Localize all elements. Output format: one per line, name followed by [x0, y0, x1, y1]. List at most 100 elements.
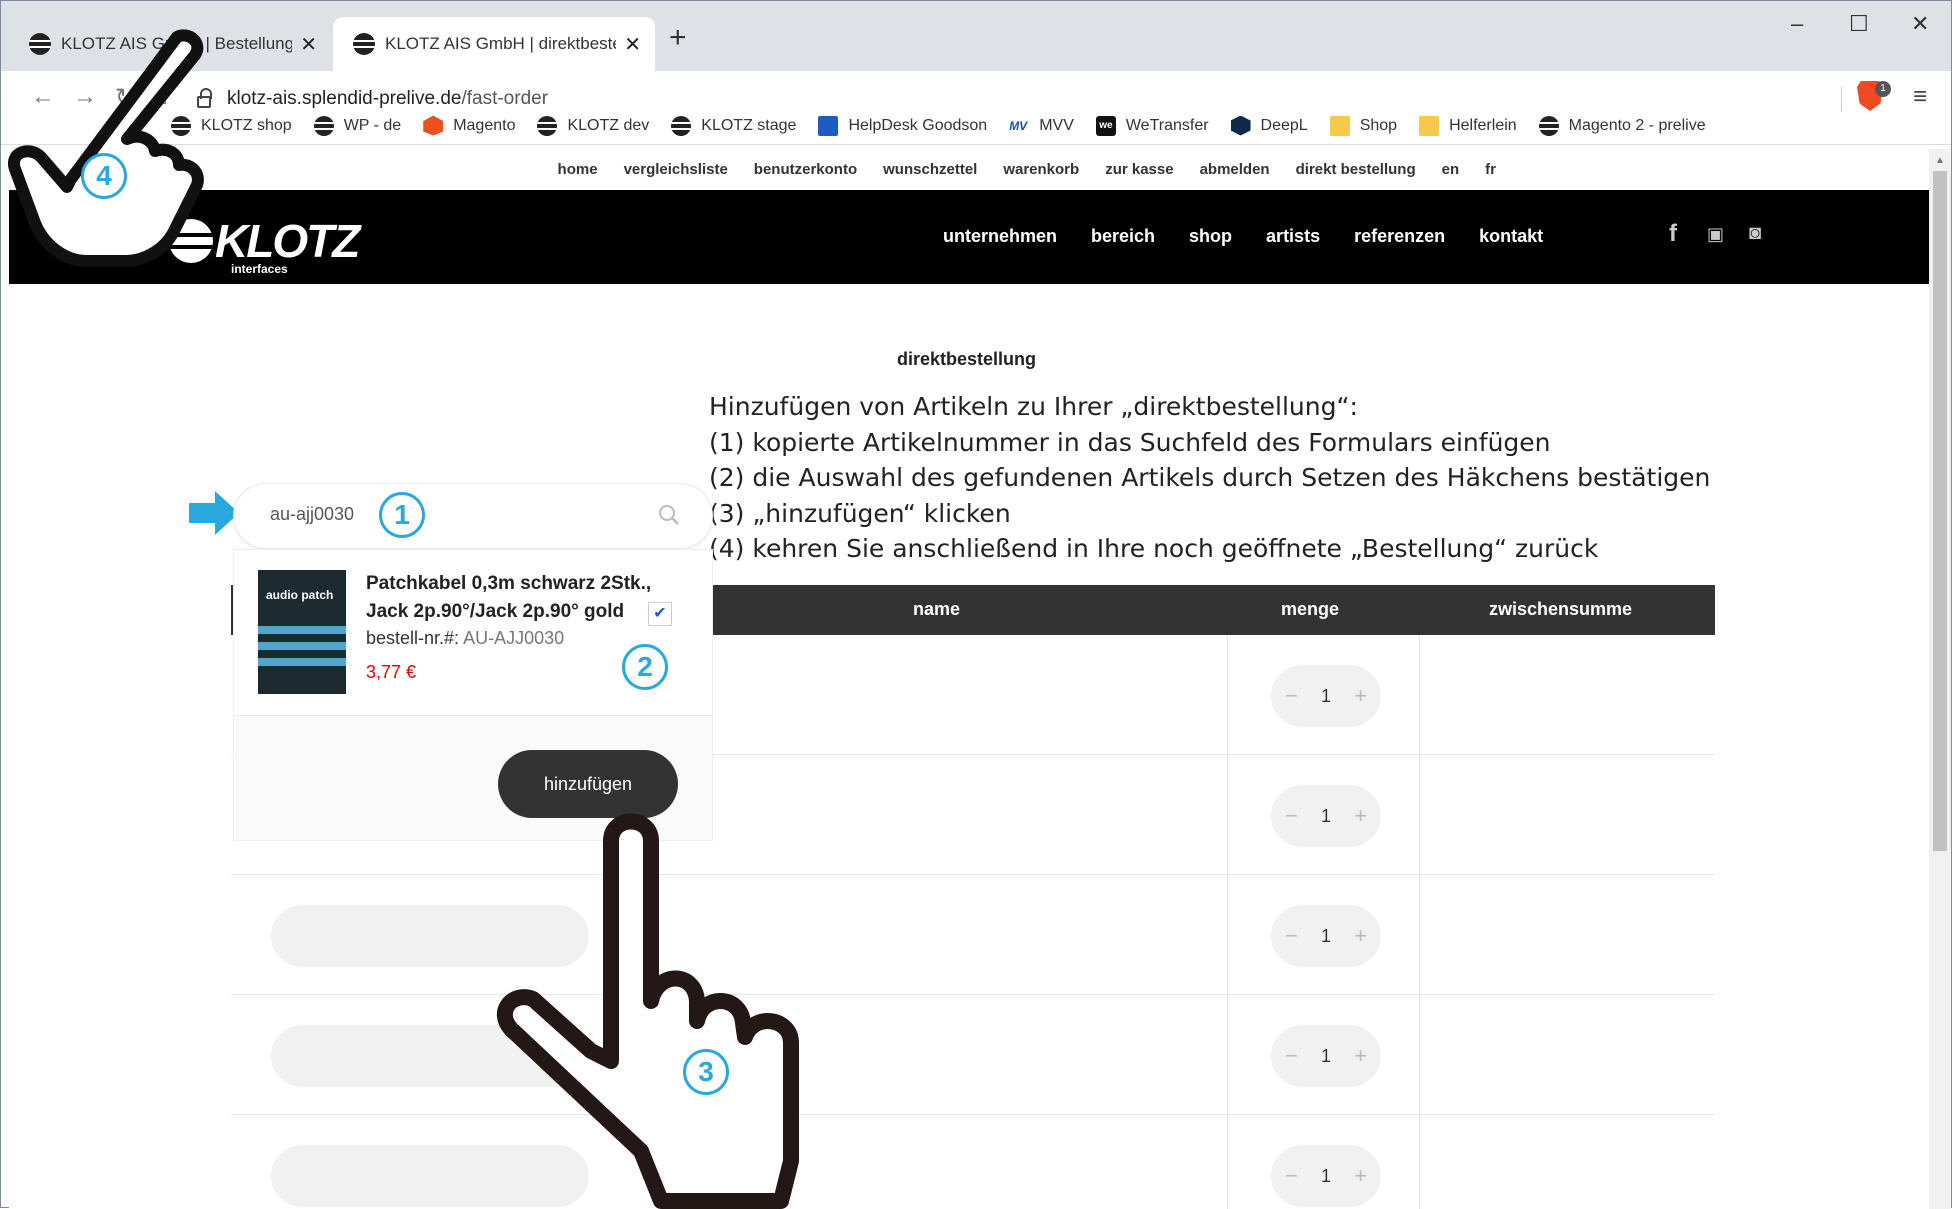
search-value[interactable]: au-ajj0030	[270, 504, 354, 525]
folder-icon	[1419, 115, 1440, 136]
topnav-zur-kasse[interactable]: zur kasse	[1105, 161, 1173, 178]
bookmark-wp-de[interactable]: WP - de	[313, 115, 401, 136]
search-result-item[interactable]: audio patch Patchkabel 0,3m schwarz 2Stk…	[234, 550, 712, 716]
bookmark-helferlein-folder[interactable]: Helferlein	[1419, 115, 1517, 136]
table-row: − 1 +	[231, 1115, 1715, 1209]
bookmark-deepl[interactable]: DeepL	[1230, 115, 1308, 136]
logo-subtitle: interfaces	[231, 262, 288, 276]
sku-value: AU-AJJ0030	[463, 628, 565, 648]
bookmark-helpdesk[interactable]: HelpDesk Goodson	[818, 115, 987, 136]
quantity-value[interactable]: 1	[1321, 806, 1331, 827]
plus-icon[interactable]: +	[1354, 803, 1367, 829]
bookmark-mvv[interactable]: MV MVV	[1009, 116, 1074, 136]
step-marker-4: 4	[81, 153, 127, 199]
sku-label: bestell-nr.#:	[366, 628, 460, 648]
globe-icon	[671, 115, 692, 136]
main-navigation: unternehmen bereich shop artists referen…	[943, 226, 1577, 247]
topnav-lang-en[interactable]: en	[1442, 161, 1460, 178]
instruction-line: (2) die Auswahl des gefundenen Artikels …	[709, 463, 1711, 492]
mvv-icon: MV	[1009, 118, 1028, 133]
nav-referenzen[interactable]: referenzen	[1354, 226, 1445, 247]
table-row: − 1 +	[231, 875, 1715, 995]
maximize-button[interactable]: ☐	[1849, 11, 1869, 37]
product-price: 3,77 €	[366, 662, 417, 682]
plus-icon[interactable]: +	[1354, 1163, 1367, 1189]
tab-bar: KLOTZ AIS GmbH | Bestellung # 10 ✕ KLOTZ…	[1, 1, 1951, 71]
topnav-warenkorb[interactable]: warenkorb	[1003, 161, 1079, 178]
search-results-dropdown: audio patch Patchkabel 0,3m schwarz 2Stk…	[233, 549, 713, 841]
page-scrollbar[interactable]: ▲	[1929, 149, 1951, 1209]
instruction-line: Hinzufügen von Artikeln zu Ihrer „direkt…	[709, 392, 1358, 421]
col-menge: menge	[1281, 599, 1340, 619]
magento-icon	[423, 115, 444, 136]
quantity-value[interactable]: 1	[1321, 686, 1331, 707]
quantity-stepper[interactable]: − 1 +	[1271, 1145, 1381, 1207]
deepl-icon	[1230, 115, 1251, 136]
search-input[interactable]: au-ajj0030	[233, 483, 713, 549]
instruction-line: (3) „hinzufügen“ klicken	[709, 498, 1011, 528]
hand-pointer-icon	[497, 813, 799, 1209]
close-tab-icon[interactable]: ✕	[624, 32, 641, 57]
topnav-home[interactable]: home	[558, 161, 598, 178]
globe-icon	[313, 115, 334, 136]
bookmark-label: KLOTZ dev	[567, 116, 650, 134]
nav-artists[interactable]: artists	[1266, 226, 1320, 247]
facebook-icon[interactable]: f	[1669, 220, 1677, 248]
quantity-stepper[interactable]: − 1 +	[1271, 905, 1381, 967]
bookmark-magento2[interactable]: Magento 2 - prelive	[1538, 115, 1706, 136]
quantity-stepper[interactable]: − 1 +	[1271, 785, 1381, 847]
plus-icon[interactable]: +	[1354, 683, 1367, 709]
quantity-stepper[interactable]: − 1 +	[1271, 665, 1381, 727]
new-tab-button[interactable]: +	[669, 21, 687, 55]
bookmark-magento[interactable]: Magento	[423, 115, 515, 136]
quantity-stepper[interactable]: − 1 +	[1271, 1025, 1381, 1087]
step-marker-3: 3	[683, 1049, 729, 1095]
site-header: KLOTZ interfaces unternehmen bereich sho…	[9, 190, 1929, 284]
bookmarks-bar: KLOTZ shop WP - de Magento KLOTZ dev KLO…	[1, 107, 1951, 145]
close-tab-icon[interactable]: ✕	[300, 32, 317, 57]
minus-icon[interactable]: −	[1285, 923, 1298, 949]
minimize-button[interactable]: –	[1791, 11, 1803, 37]
bookmark-shop-folder[interactable]: Shop	[1329, 115, 1397, 136]
search-icon[interactable]	[658, 504, 680, 526]
add-button[interactable]: hinzufügen	[498, 750, 678, 818]
bookmark-label: KLOTZ shop	[201, 116, 292, 134]
nav-kontakt[interactable]: kontakt	[1479, 226, 1543, 247]
minus-icon[interactable]: −	[1285, 803, 1298, 829]
instagram-icon[interactable]: ◙	[1749, 222, 1761, 245]
wetransfer-icon: we	[1095, 115, 1116, 136]
quantity-value[interactable]: 1	[1321, 1166, 1331, 1187]
topnav-vergleichsliste[interactable]: vergleichsliste	[624, 161, 728, 178]
quantity-value[interactable]: 1	[1321, 926, 1331, 947]
plus-icon[interactable]: +	[1354, 923, 1367, 949]
window-close-button[interactable]: ✕	[1911, 11, 1929, 37]
product-image: audio patch	[258, 570, 346, 694]
plus-icon[interactable]: +	[1354, 1043, 1367, 1069]
topnav-direkt-bestellung[interactable]: direkt bestellung	[1296, 161, 1416, 178]
quantity-value[interactable]: 1	[1321, 1046, 1331, 1067]
youtube-icon[interactable]: ▣	[1707, 224, 1724, 245]
topnav-benutzerkonto[interactable]: benutzerkonto	[754, 161, 857, 178]
minus-icon[interactable]: −	[1285, 1163, 1298, 1189]
scroll-thumb[interactable]	[1933, 171, 1947, 851]
minus-icon[interactable]: −	[1285, 1043, 1298, 1069]
bookmark-wetransfer[interactable]: we WeTransfer	[1095, 115, 1209, 136]
page-content: home vergleichsliste benutzerkonto wunsc…	[9, 149, 1929, 1209]
minus-icon[interactable]: −	[1285, 683, 1298, 709]
col-zwischensumme: zwischensumme	[1489, 599, 1633, 619]
product-name: Patchkabel 0,3m schwarz 2Stk., Jack 2p.9…	[366, 573, 652, 622]
bookmark-klotz-dev[interactable]: KLOTZ dev	[537, 115, 650, 136]
select-checkbox[interactable]: ✔	[648, 602, 672, 626]
nav-shop[interactable]: shop	[1189, 226, 1232, 247]
bookmark-label: MVV	[1039, 116, 1074, 134]
topnav-lang-fr[interactable]: fr	[1485, 161, 1496, 178]
folder-icon	[1329, 115, 1350, 136]
bookmark-label: Magento 2 - prelive	[1568, 116, 1706, 134]
topnav-abmelden[interactable]: abmelden	[1200, 161, 1270, 178]
scroll-up-icon[interactable]: ▲	[1935, 155, 1945, 166]
bookmark-klotz-stage[interactable]: KLOTZ stage	[671, 115, 796, 136]
nav-bereich[interactable]: bereich	[1091, 226, 1155, 247]
topnav-wunschzettel[interactable]: wunschzettel	[883, 161, 977, 178]
nav-unternehmen[interactable]: unternehmen	[943, 226, 1057, 247]
tab-direktbestellung[interactable]: KLOTZ AIS GmbH | direktbestellung ✕	[333, 17, 655, 71]
